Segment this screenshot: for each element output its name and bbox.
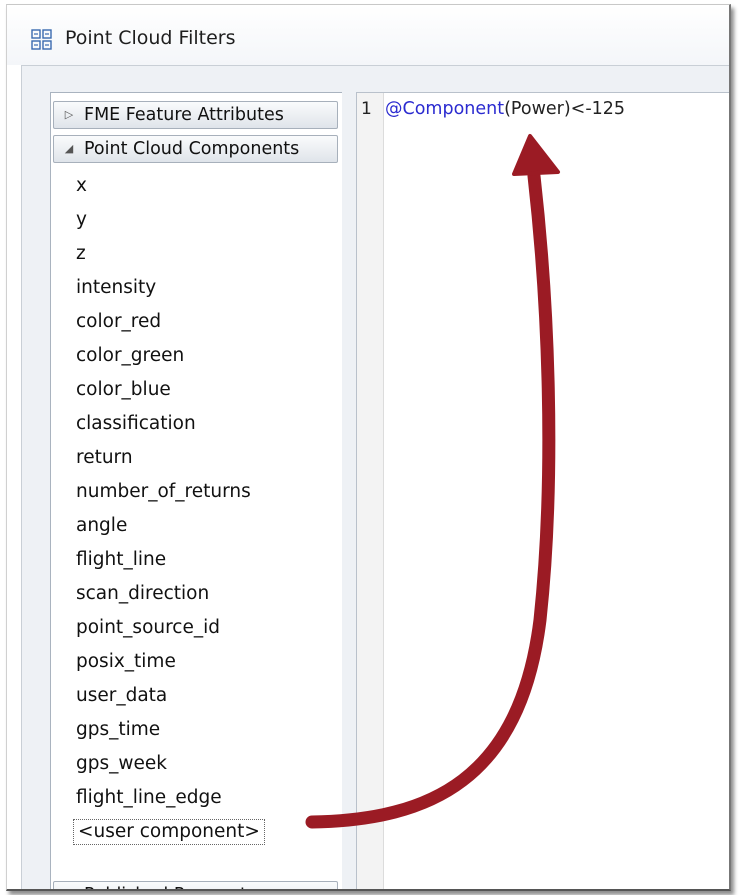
component-list: x y z intensity color_red color_green co…	[51, 169, 342, 849]
list-item[interactable]: user_data	[51, 679, 342, 713]
list-item[interactable]: point_source_id	[51, 611, 342, 645]
code-expression: (Power)<-125	[504, 99, 626, 119]
list-item[interactable]: x	[51, 169, 342, 203]
expand-triangle-icon[interactable]: ▷	[62, 102, 76, 128]
list-item[interactable]: angle	[51, 509, 342, 543]
list-item[interactable]: intensity	[51, 271, 342, 305]
list-item[interactable]: number_of_returns	[51, 475, 342, 509]
user-component-label: <user component>	[73, 819, 265, 845]
window-title: Point Cloud Filters	[65, 27, 236, 49]
list-item[interactable]: gps_time	[51, 713, 342, 747]
panel-splitter[interactable]	[342, 92, 356, 889]
collapse-triangle-icon[interactable]: ◢	[62, 882, 76, 889]
line-number-gutter: 1	[357, 93, 384, 889]
expression-editor[interactable]: 1 @Component(Power)<-125	[356, 92, 729, 889]
list-item[interactable]: classification	[51, 407, 342, 441]
list-item[interactable]: gps_week	[51, 747, 342, 781]
list-item[interactable]: scan_direction	[51, 577, 342, 611]
dialog-body: ▷ FME Feature Attributes ◢ Point Cloud C…	[21, 65, 729, 889]
list-item[interactable]: flight_line_edge	[51, 781, 342, 815]
category-fme-feature-attributes[interactable]: ▷ FME Feature Attributes	[53, 101, 338, 129]
filter-grid-icon	[31, 29, 52, 50]
user-component-item[interactable]: <user component>	[51, 815, 342, 849]
line-number: 1	[361, 99, 372, 119]
list-item[interactable]: return	[51, 441, 342, 475]
dialog-window: Point Cloud Filters ▷ FME Feature Attrib…	[6, 4, 731, 891]
category-published-parameters[interactable]: ◢ Published Parameters	[53, 881, 338, 889]
list-item[interactable]: posix_time	[51, 645, 342, 679]
list-item[interactable]: flight_line	[51, 543, 342, 577]
list-item[interactable]: color_red	[51, 305, 342, 339]
category-point-cloud-components[interactable]: ◢ Point Cloud Components	[53, 135, 338, 163]
list-item[interactable]: color_green	[51, 339, 342, 373]
collapse-triangle-icon[interactable]: ◢	[62, 136, 76, 162]
expression-code-line[interactable]: @Component(Power)<-125	[385, 99, 625, 119]
attribute-tree-panel[interactable]: ▷ FME Feature Attributes ◢ Point Cloud C…	[50, 92, 343, 889]
list-item[interactable]: z	[51, 237, 342, 271]
list-item[interactable]: y	[51, 203, 342, 237]
list-item[interactable]: color_blue	[51, 373, 342, 407]
title-bar: Point Cloud Filters	[7, 5, 729, 65]
code-keyword: @Component	[385, 99, 505, 119]
